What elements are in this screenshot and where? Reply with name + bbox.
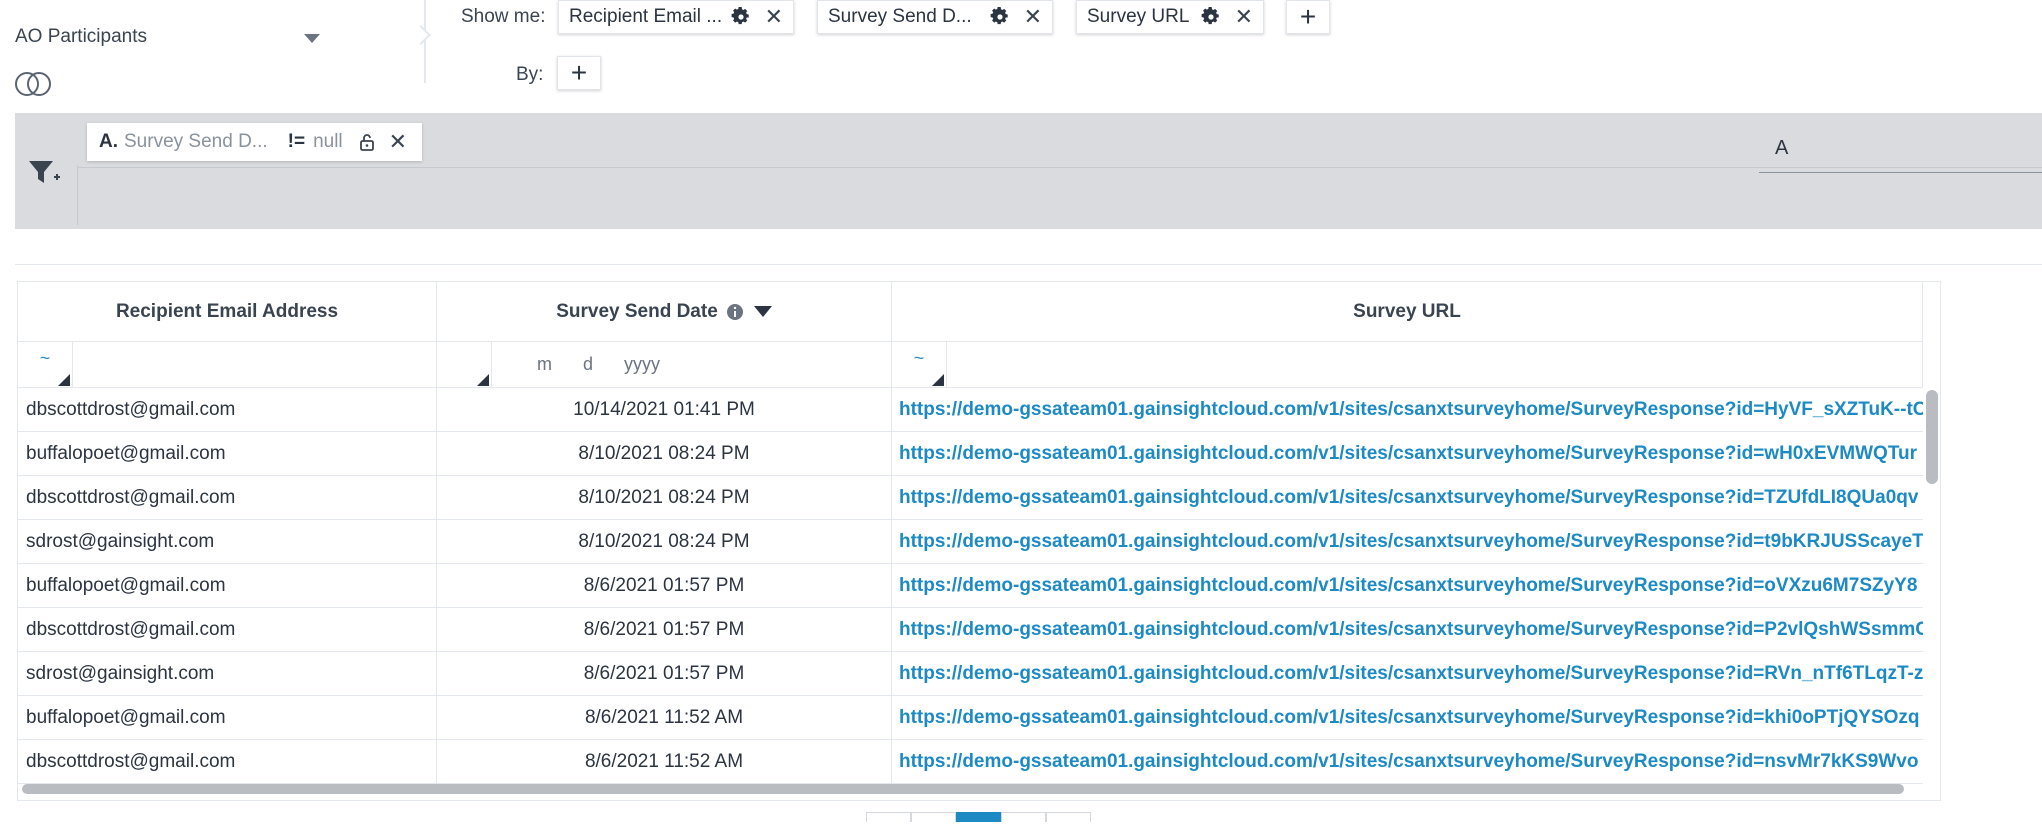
filter-operator-selector[interactable]: ~	[18, 342, 73, 388]
close-icon[interactable]: ✕	[1235, 6, 1253, 28]
filter-field-name: Survey Send D...	[124, 131, 268, 152]
filter-letter: A.	[99, 131, 118, 152]
sort-desc-icon[interactable]	[753, 306, 772, 317]
filter-operator-selector[interactable]	[437, 342, 492, 388]
table-row: sdrost@gainsight.com 8/6/2021 01:57 PM htt…	[18, 652, 1923, 696]
column-header-survey-url[interactable]: Survey URL	[892, 282, 1923, 342]
column-header-label: Survey URL	[1353, 300, 1461, 322]
info-icon[interactable]	[726, 303, 744, 321]
page-button[interactable]	[1046, 812, 1091, 822]
column-filter-survey-send-date[interactable]: m d yyyy	[437, 342, 892, 388]
field-label: Survey URL	[1087, 6, 1190, 27]
email-cell: dbscottdrost@gmail.com	[18, 476, 437, 520]
gear-icon[interactable]	[1201, 7, 1221, 27]
date-cell: 8/10/2021 08:24 PM	[437, 432, 892, 476]
table-row: dbscottdrost@gmail.com 8/6/2021 01:57 PM h…	[18, 608, 1923, 652]
builder-divider	[424, 0, 426, 83]
add-group-by-button[interactable]: +	[557, 56, 601, 90]
date-cell: 10/14/2021 01:41 PM	[437, 388, 892, 432]
filter-logic-input[interactable]: A	[1759, 125, 2042, 173]
date-cell: 8/6/2021 01:57 PM	[437, 652, 892, 696]
table-row: buffalopoet@gmail.com 8/6/2021 11:52 AM ht…	[18, 696, 1923, 740]
source-object-label: AO Participants	[15, 26, 147, 47]
close-icon[interactable]: ✕	[389, 129, 407, 155]
date-filter-input[interactable]: m d yyyy	[537, 354, 660, 375]
show-field-pill-recipient-email[interactable]: Recipient Email ... ✕	[558, 0, 794, 34]
merge-objects-icon[interactable]	[14, 70, 56, 98]
close-icon[interactable]: ✕	[1024, 6, 1042, 28]
gear-icon[interactable]	[731, 7, 751, 27]
date-cell: 8/10/2021 08:24 PM	[437, 476, 892, 520]
email-cell: buffalopoet@gmail.com	[18, 432, 437, 476]
show-field-pill-survey-url[interactable]: Survey URL ✕	[1076, 0, 1264, 34]
email-cell: sdrost@gainsight.com	[18, 520, 437, 564]
column-header-survey-send-date[interactable]: Survey Send Date	[437, 282, 892, 342]
survey-url-link[interactable]: https://demo-gssateam01.gainsightcloud.c…	[892, 476, 1923, 520]
email-cell: buffalopoet@gmail.com	[18, 564, 437, 608]
filter-separator	[77, 167, 2042, 168]
column-header-label: Recipient Email Address	[115, 300, 339, 322]
show-me-label: Show me:	[461, 6, 546, 27]
table-row: sdrost@gainsight.com 8/10/2021 08:24 PM ht…	[18, 520, 1923, 564]
add-filter-icon[interactable]	[27, 157, 61, 187]
survey-url-link[interactable]: https://demo-gssateam01.gainsightcloud.c…	[892, 608, 1923, 652]
survey-url-link[interactable]: https://demo-gssateam01.gainsightcloud.c…	[892, 520, 1923, 564]
table-row: dbscottdrost@gmail.com 8/6/2021 11:52 AM h…	[18, 740, 1923, 784]
filter-separator	[77, 165, 78, 225]
add-show-field-button[interactable]: +	[1286, 0, 1330, 34]
field-label: Survey Send D...	[828, 6, 972, 27]
unlock-icon[interactable]	[359, 133, 375, 151]
source-object-select[interactable]: AO Participants	[15, 20, 320, 54]
page-button[interactable]	[911, 812, 956, 822]
survey-url-link[interactable]: https://demo-gssateam01.gainsightcloud.c…	[892, 740, 1923, 784]
date-cell: 8/6/2021 11:52 AM	[437, 696, 892, 740]
column-header-label: Survey Send Date	[556, 300, 718, 322]
date-cell: 8/10/2021 08:24 PM	[437, 520, 892, 564]
table-row: buffalopoet@gmail.com 8/10/2021 08:24 PM h…	[18, 432, 1923, 476]
filter-operator: !=	[287, 131, 306, 152]
survey-url-link[interactable]: https://demo-gssateam01.gainsightcloud.c…	[892, 388, 1923, 432]
email-cell: buffalopoet@gmail.com	[18, 696, 437, 740]
horizontal-scrollbar[interactable]	[22, 784, 1904, 794]
table-row: buffalopoet@gmail.com 8/6/2021 01:57 PM ht…	[18, 564, 1923, 608]
email-cell: dbscottdrost@gmail.com	[18, 740, 437, 784]
date-cell: 8/6/2021 01:57 PM	[437, 564, 892, 608]
report-table: Recipient Email Address Survey Send Date…	[17, 281, 1941, 801]
table-row: dbscottdrost@gmail.com 8/10/2021 08:24 PM…	[18, 476, 1923, 520]
by-label: By:	[516, 64, 544, 85]
filter-bar: A. Survey Send D... != null ✕ A	[15, 113, 2042, 229]
survey-url-link[interactable]: https://demo-gssateam01.gainsightcloud.c…	[892, 696, 1923, 740]
close-icon[interactable]: ✕	[765, 6, 783, 28]
date-cell: 8/6/2021 01:57 PM	[437, 608, 892, 652]
show-field-pill-survey-send-date[interactable]: Survey Send D... ✕	[817, 0, 1053, 34]
table-row: dbscottdrost@gmail.com 10/14/2021 01:41 P…	[18, 388, 1923, 432]
column-filter-survey-url[interactable]: ~	[892, 342, 1923, 388]
filter-value: null	[313, 131, 343, 152]
vertical-scrollbar[interactable]	[1926, 390, 1938, 484]
chevron-down-icon	[304, 34, 320, 43]
email-cell: dbscottdrost@gmail.com	[18, 608, 437, 652]
column-filter-recipient-email[interactable]: ~	[18, 342, 437, 388]
page-button[interactable]	[1001, 812, 1046, 822]
field-label: Recipient Email ...	[569, 6, 723, 27]
survey-url-link[interactable]: https://demo-gssateam01.gainsightcloud.c…	[892, 432, 1923, 476]
filter-operator-selector[interactable]: ~	[892, 342, 947, 388]
date-cell: 8/6/2021 11:52 AM	[437, 740, 892, 784]
gear-icon[interactable]	[990, 7, 1010, 27]
survey-url-link[interactable]: https://demo-gssateam01.gainsightcloud.c…	[892, 652, 1923, 696]
column-header-recipient-email[interactable]: Recipient Email Address	[18, 282, 437, 342]
email-cell: dbscottdrost@gmail.com	[18, 388, 437, 432]
page-button[interactable]	[866, 812, 911, 822]
email-cell: sdrost@gainsight.com	[18, 652, 437, 696]
page-button-current[interactable]	[956, 812, 1001, 822]
filter-pill-a[interactable]: A. Survey Send D... != null ✕	[87, 123, 422, 161]
pagination	[866, 812, 1091, 822]
survey-url-link[interactable]: https://demo-gssateam01.gainsightcloud.c…	[892, 564, 1923, 608]
